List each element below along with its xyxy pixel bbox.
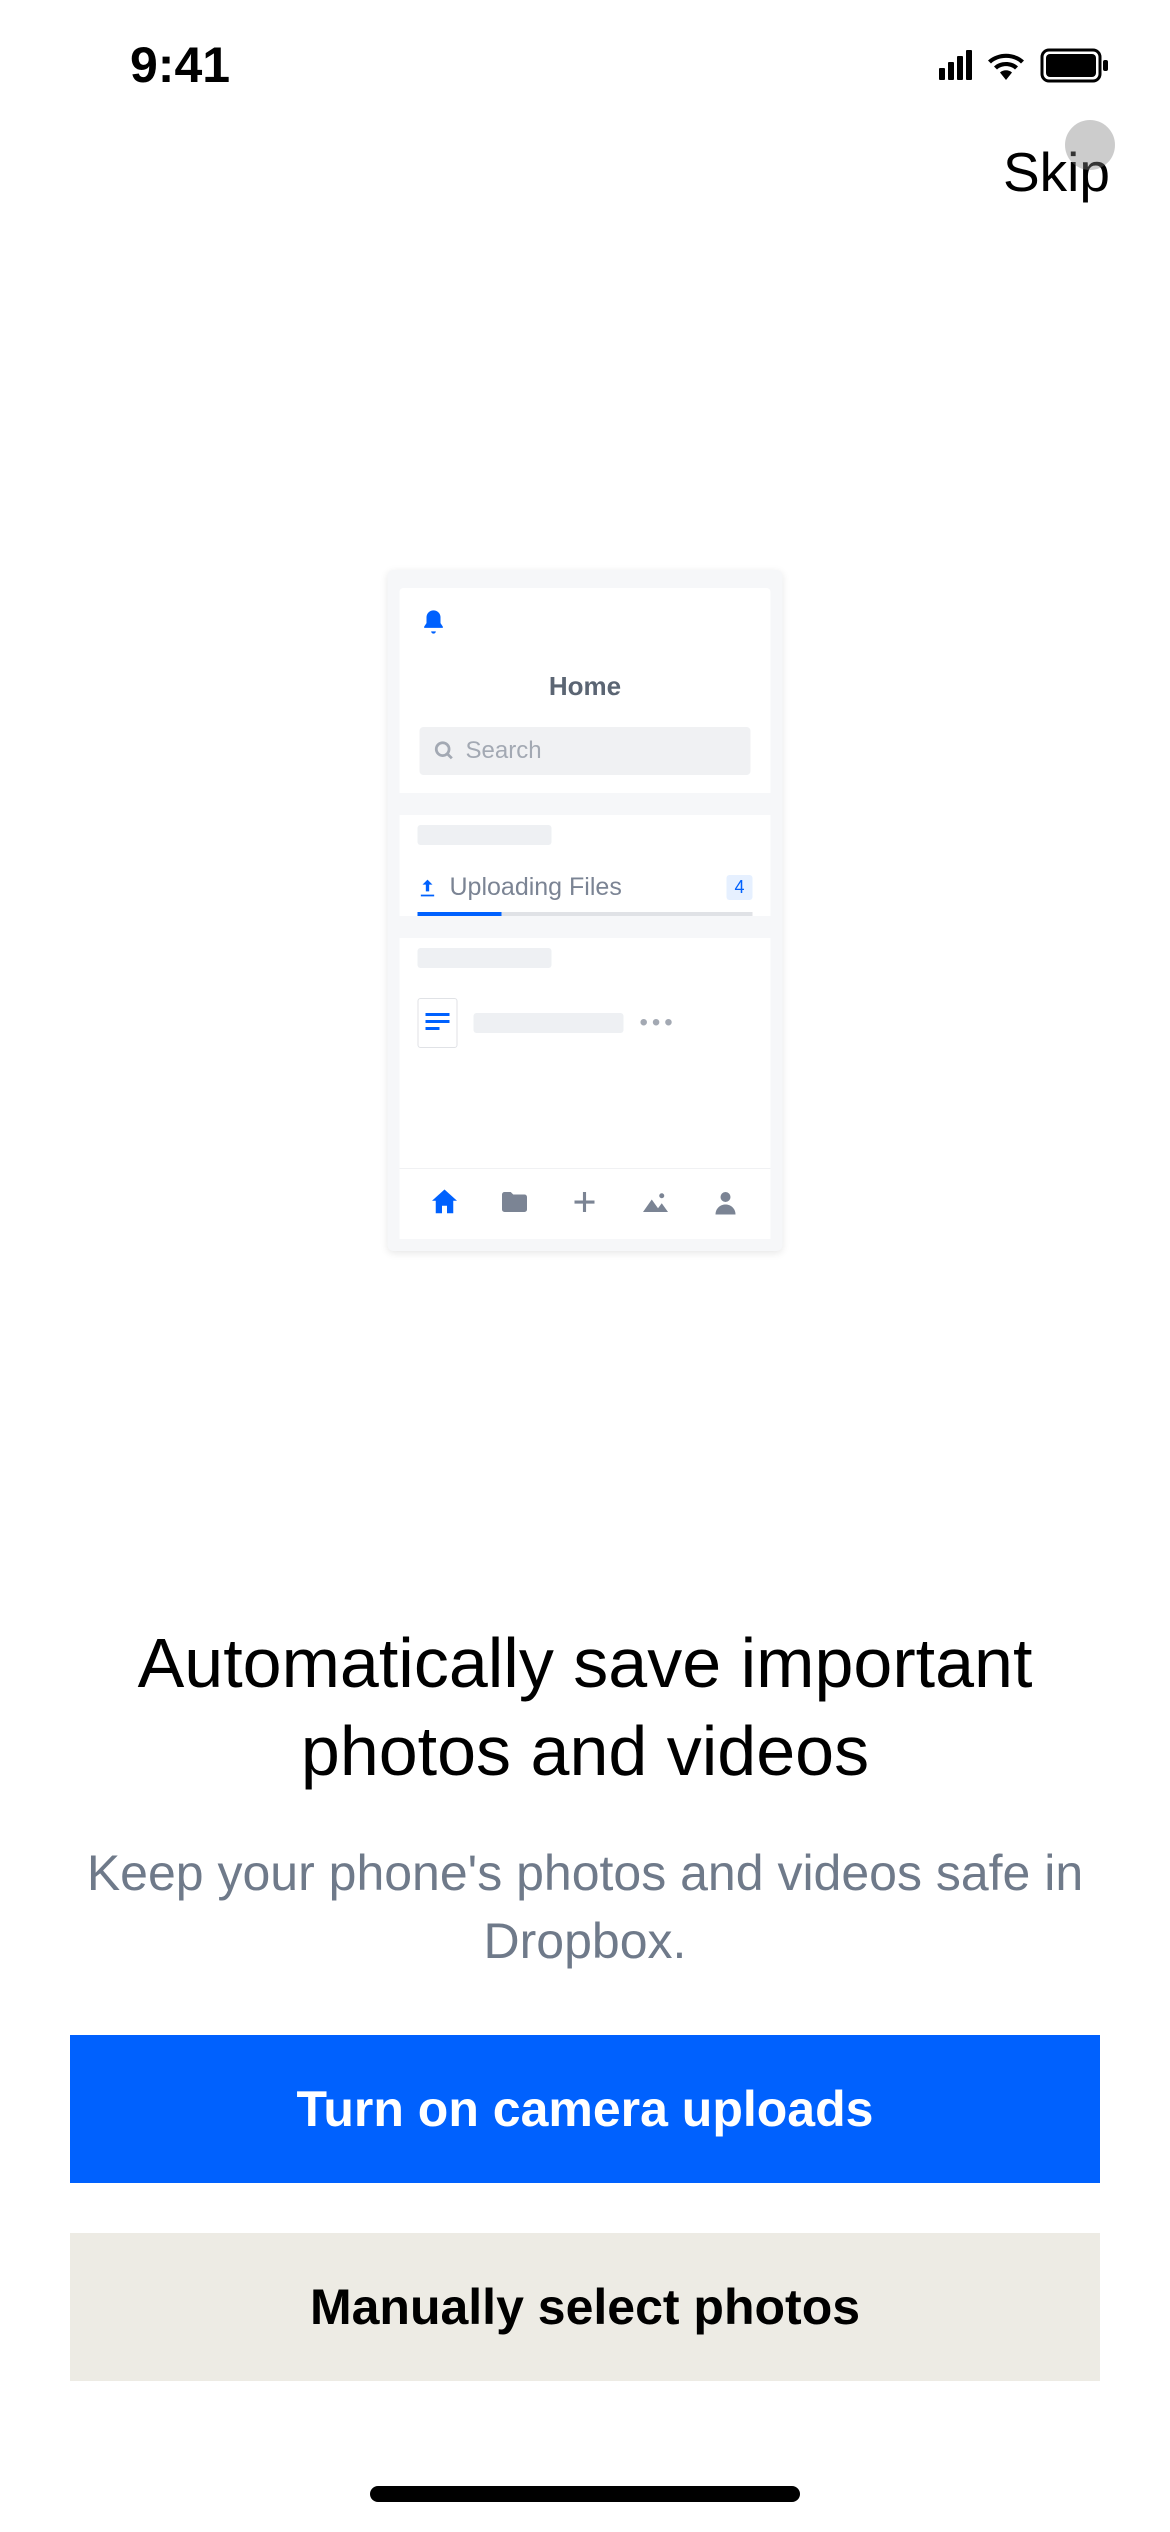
illustration-search-placeholder: Search <box>466 737 542 765</box>
cellular-signal-icon <box>939 50 972 80</box>
search-icon <box>434 740 456 762</box>
upload-count: 4 <box>726 875 752 900</box>
placeholder-bar <box>418 948 552 968</box>
illustration-search-box: Search <box>420 727 751 775</box>
content-section: Automatically save important photos and … <box>70 1620 1100 2381</box>
phone-frame: Home Search <box>388 570 783 1251</box>
document-icon <box>418 998 458 1048</box>
illustration-container: Home Search <box>388 570 783 1251</box>
page-headline: Automatically save important photos and … <box>70 1620 1100 1795</box>
turn-on-camera-uploads-button[interactable]: Turn on camera uploads <box>70 2035 1100 2183</box>
illustration-home-title: Home <box>420 671 751 702</box>
manually-select-photos-button[interactable]: Manually select photos <box>70 2233 1100 2381</box>
illustration-file-row: ••• <box>400 978 771 1068</box>
nav-folder-icon <box>500 1187 530 1217</box>
home-indicator <box>370 2486 800 2502</box>
bell-icon <box>420 608 448 636</box>
nav-home-icon <box>430 1187 460 1217</box>
upload-label: Uploading Files <box>450 873 715 902</box>
illustration-bottom-nav <box>400 1168 771 1239</box>
skip-area: Skip <box>1003 140 1110 204</box>
more-dots-icon: ••• <box>640 1009 677 1037</box>
page-subtext: Keep your phone's photos and videos safe… <box>70 1840 1100 1975</box>
placeholder-bar <box>418 825 552 845</box>
illustration-upload-section: Uploading Files 4 <box>400 855 771 916</box>
nav-account-icon <box>710 1187 740 1217</box>
status-time: 9:41 <box>130 36 230 94</box>
battery-icon <box>1040 48 1110 83</box>
upload-arrow-icon <box>418 878 438 898</box>
status-icons <box>939 48 1110 83</box>
nav-photos-icon <box>640 1187 670 1217</box>
wifi-icon <box>987 50 1025 80</box>
progress-bar <box>418 912 753 916</box>
status-bar: 9:41 <box>0 0 1170 100</box>
file-name-placeholder <box>474 1013 624 1033</box>
touch-indicator <box>1065 120 1115 170</box>
nav-plus-icon <box>570 1187 600 1217</box>
